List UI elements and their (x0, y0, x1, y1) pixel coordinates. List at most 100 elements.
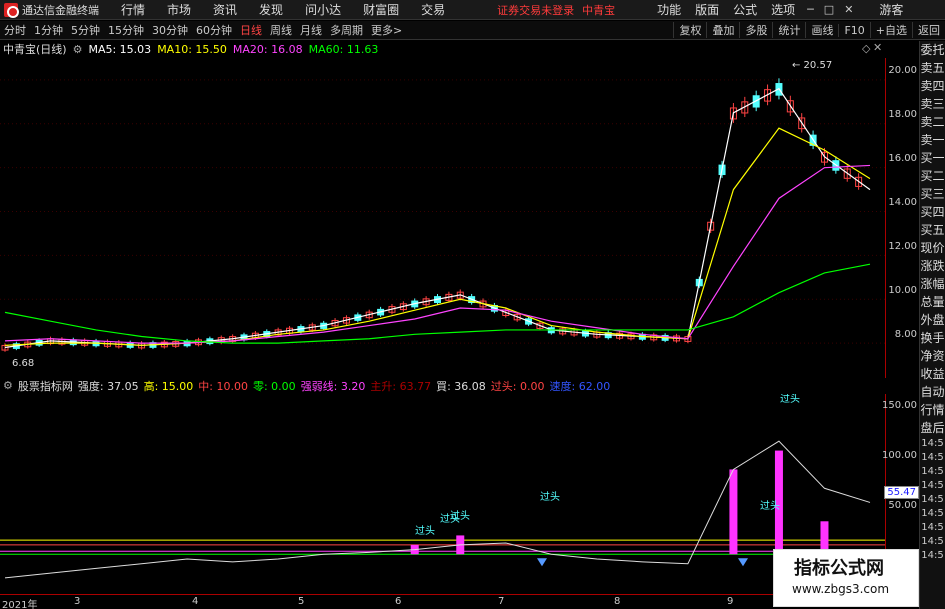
watermark: 指标公式网 www.zbgs3.com (773, 549, 919, 607)
signal-marker-icon (738, 558, 748, 567)
diamond-icon[interactable]: ◇ (862, 42, 870, 55)
price-chart[interactable]: ← 20.57 6.68 (0, 58, 885, 376)
menu-options[interactable]: 选项 (771, 1, 795, 18)
menu-layout[interactable]: 版面 (695, 1, 719, 18)
date-tick: 3 (74, 596, 81, 607)
ind-tick: 50.00 (888, 500, 917, 511)
watermark-url: www.zbgs3.com (792, 582, 890, 596)
sidebar-time: 14:5 (921, 494, 944, 505)
date-tick: 6 (395, 596, 402, 607)
close-panel-icon[interactable]: ✕ (873, 41, 882, 54)
menu-formula[interactable]: 公式 (733, 1, 757, 18)
f10-button[interactable]: F10 (838, 23, 869, 37)
sidebar-buy2: 买二 (920, 169, 945, 183)
menu-market[interactable]: 市场 (167, 1, 191, 18)
sidebar-buy3: 买三 (920, 187, 945, 201)
ma5-value: MA5: 15.03 (88, 42, 152, 56)
sidebar-change-pct: 涨幅 (920, 277, 945, 291)
price-tick: 20.00 (888, 65, 917, 76)
sidebar-time: 14:5 (921, 452, 944, 463)
indicator-name: 股票指标网 (17, 379, 73, 393)
menu-discover[interactable]: 发现 (259, 1, 283, 18)
period-multi[interactable]: 多周期 (326, 22, 367, 38)
maximize-icon[interactable]: □ (824, 3, 834, 16)
menu-wealth[interactable]: 财富圈 (363, 1, 399, 18)
sidebar-sell5: 卖五 (920, 61, 945, 75)
sidebar-time: 14:5 (921, 480, 944, 491)
sidebar-time: 14:5 (921, 508, 944, 519)
indicator-current-value: 55.47 (884, 486, 919, 499)
period-daily[interactable]: 日线 (236, 22, 266, 38)
indicator-header: ⚙ 股票指标网 强度: 37.05 高: 15.00 中: 10.00 零: 0… (0, 378, 885, 393)
draw-button[interactable]: 画线 (805, 22, 838, 38)
speed-value: 速度: 62.00 (549, 379, 611, 393)
stats-button[interactable]: 统计 (772, 22, 805, 38)
main-rise-value: 主升: 63.77 (370, 379, 432, 393)
period-more[interactable]: 更多> (367, 22, 406, 38)
period-intraday[interactable]: 分时 (0, 22, 30, 38)
zero-value: 零: 0.00 (252, 379, 296, 393)
period-monthly[interactable]: 月线 (296, 22, 326, 38)
login-warning[interactable]: 证券交易未登录 (497, 2, 574, 18)
period-30min[interactable]: 30分钟 (148, 22, 192, 38)
menu-quotes[interactable]: 行情 (121, 1, 145, 18)
indicator-chart[interactable]: 过头过头过头过头过头过头 (0, 394, 885, 592)
sidebar-quotes[interactable]: 行情 (920, 401, 945, 419)
guest-label[interactable]: 游客 (879, 1, 903, 18)
price-tick: 14.00 (888, 197, 917, 208)
sidebar-turnover: 换手 (920, 331, 945, 345)
period-toolbar: 分时 1分钟 5分钟 15分钟 30分钟 60分钟 日线 周线 月线 多周期 更… (0, 21, 945, 40)
ma-line-ma5 (4, 87, 871, 349)
watermark-title: 指标公式网 (794, 558, 884, 579)
period-5min[interactable]: 5分钟 (67, 22, 104, 38)
price-tick: 8.00 (894, 329, 917, 340)
price-axis: 20.00 18.00 16.00 14.00 12.00 10.00 8.00 (885, 58, 919, 378)
strong-weak-value: 强弱线: 3.20 (300, 379, 366, 393)
sidebar-entrust[interactable]: 委托 (920, 41, 945, 59)
overlay-button[interactable]: 叠加 (706, 22, 739, 38)
date-tick: 4 (192, 596, 199, 607)
strength-line (4, 440, 871, 579)
back-button[interactable]: 返回 (912, 22, 945, 38)
over-head-label: 过头 (450, 509, 470, 522)
sidebar-price: 现价 (920, 241, 945, 255)
sidebar-time: 14:5 (921, 466, 944, 477)
close-icon[interactable]: ✕ (844, 3, 853, 16)
app-title: 通达信金融终端 (22, 3, 99, 17)
over-head-value: 过头: 0.00 (490, 379, 545, 393)
sidebar-after-hours[interactable]: 盘后 (920, 419, 945, 437)
minimize-icon[interactable]: ─ (807, 3, 814, 16)
sidebar-change: 涨跌 (920, 259, 945, 273)
ma10-value: MA10: 15.50 (157, 42, 227, 56)
date-tick: 2021年 (2, 600, 38, 609)
menu-news[interactable]: 资讯 (213, 1, 237, 18)
add-watchlist-button[interactable]: +自选 (869, 22, 912, 38)
ma-line-ma20 (4, 164, 871, 344)
over-head-label: 过头 (780, 394, 800, 405)
menu-trade[interactable]: 交易 (421, 1, 445, 18)
sidebar-sell1: 卖一 (920, 133, 945, 147)
right-sidebar: 委托 卖五 卖四 卖三 卖二 卖一 买一 买二 买三 买四 买五 现价 涨跌 涨… (919, 41, 945, 609)
indicator-settings-icon[interactable]: ⚙ (3, 379, 13, 392)
sidebar-sell4: 卖四 (920, 79, 945, 93)
app-logo-icon (4, 2, 19, 18)
adjust-button[interactable]: 复权 (673, 22, 706, 38)
menu-bar: 通达信金融终端 行情 市场 资讯 发现 问小达 财富圈 交易 证券交易未登录 中… (0, 0, 945, 20)
sidebar-auto[interactable]: 自动 (920, 383, 945, 401)
settings-icon[interactable]: ⚙ (73, 43, 83, 56)
period-60min[interactable]: 60分钟 (192, 22, 236, 38)
sidebar-time: 14:5 (921, 522, 944, 533)
menu-ask[interactable]: 问小达 (305, 1, 341, 18)
period-weekly[interactable]: 周线 (266, 22, 296, 38)
multi-stock-button[interactable]: 多股 (739, 22, 772, 38)
sidebar-time: 14:5 (921, 438, 944, 449)
period-1min[interactable]: 1分钟 (30, 22, 67, 38)
sidebar-buy4: 买四 (920, 205, 945, 219)
over-head-label: 过头 (540, 490, 560, 503)
menu-function[interactable]: 功能 (657, 1, 681, 18)
low-annotation: 6.68 (12, 358, 34, 369)
date-axis: 2021年 3 4 5 6 7 8 9 10 (0, 594, 885, 609)
period-15min[interactable]: 15分钟 (104, 22, 148, 38)
ind-tick: 100.00 (882, 450, 917, 461)
price-tick: 16.00 (888, 153, 917, 164)
